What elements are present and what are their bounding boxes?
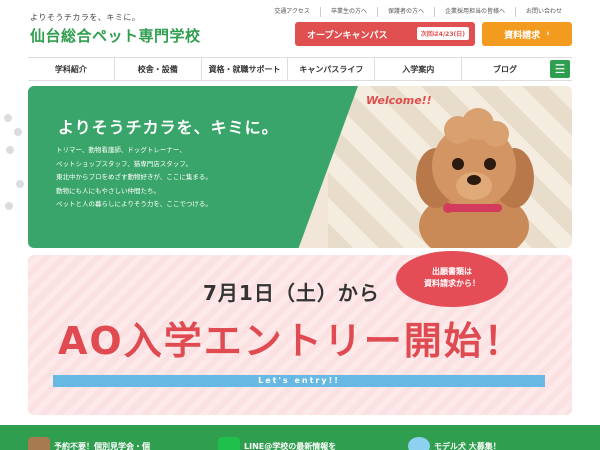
- utility-links: 交通アクセス 卒業生の方へ 保護者の方へ 企業採用担当の皆様へ お問い合わせ: [264, 7, 572, 17]
- model-dog-card[interactable]: モデル犬 大募集！: [408, 436, 501, 450]
- hero-description: トリマー、動物看護師、ドッグトレーナー、 ペットショップスタッフ、猫専門店スタッ…: [56, 144, 212, 212]
- hero-banner: Welcome!! よりそうチカラを、キミに。 トリマー、動物看護師、ドッグトレ…: [28, 86, 572, 248]
- hero-dog-photo: Welcome!!: [328, 86, 572, 248]
- hero-line: 動物にも人にもやさしい仲間たち。: [56, 186, 160, 195]
- ao-entry-banner[interactable]: 7月1日（土）から AO入学エントリー開始！ Let's entry!! 出願書…: [28, 251, 572, 415]
- open-campus-date: 次回は4/23(日): [416, 27, 469, 40]
- line-card-label: LINE@学校の最新情報を: [244, 441, 337, 450]
- dog-avatar-icon: [408, 437, 430, 450]
- link-recruiters[interactable]: 企業採用担当の皆様へ: [433, 7, 515, 17]
- hamburger-menu-icon[interactable]: ☰: [549, 60, 570, 78]
- paw-icon: [16, 180, 24, 188]
- document-request-label: 資料請求: [504, 30, 541, 41]
- link-access[interactable]: 交通アクセス: [264, 7, 320, 17]
- bubble-line: 出願書類は: [432, 267, 472, 276]
- hero-title: よりそうチカラを、キミに。: [58, 118, 279, 137]
- individual-tour-card[interactable]: 予約不要！個別見学会・個: [28, 436, 150, 450]
- paw-icon: [5, 202, 13, 210]
- document-request-button[interactable]: 資料請求 ›: [482, 22, 572, 46]
- lets-entry-bar: Let's entry!!: [53, 375, 545, 387]
- nav-facilities[interactable]: 校舎・設備: [113, 58, 201, 80]
- main-nav: 学科紹介 校舎・設備 資格・就職サポート キャンパスライフ 入学案内 ブログ ☰: [28, 57, 572, 81]
- nav-career-support[interactable]: 資格・就職サポート: [200, 58, 288, 80]
- link-contact[interactable]: お問い合わせ: [514, 7, 572, 17]
- paw-icon: [14, 128, 22, 136]
- model-dog-label: モデル犬 大募集！: [434, 441, 501, 450]
- paw-icon: [6, 146, 14, 154]
- hero-line: 東北中からプロをめざす動物好きが、ここに集まる。: [56, 173, 212, 181]
- line-card[interactable]: LINE@学校の最新情報を: [218, 436, 336, 450]
- paw-icon: [4, 114, 12, 122]
- site-tagline: よりそうチカラを、キミに。: [30, 13, 141, 22]
- open-campus-label: オープンキャンパス: [307, 30, 388, 41]
- hero-line: ペットと人の暮らしによりそう力を、ここでつける。: [56, 200, 212, 208]
- chevron-right-icon: ›: [546, 29, 550, 39]
- hero-line: トリマー、動物看護師、ドッグトレーナー、: [56, 146, 186, 154]
- nav-blog[interactable]: ブログ: [461, 58, 548, 80]
- site-header: よりそうチカラを、キミに。 仙台総合ペット専門学校 交通アクセス 卒業生の方へ …: [0, 0, 600, 56]
- nav-admission[interactable]: 入学案内: [374, 58, 461, 80]
- poodle-illustration: [416, 108, 534, 248]
- link-parents[interactable]: 保護者の方へ: [376, 7, 434, 17]
- dog-photo-thumbnail: [28, 437, 50, 450]
- link-graduates[interactable]: 卒業生の方へ: [319, 7, 377, 17]
- bubble-line: 資料請求から！: [424, 279, 480, 288]
- school-logo[interactable]: 仙台総合ペット専門学校: [30, 25, 201, 46]
- nav-departments[interactable]: 学科紹介: [28, 58, 114, 80]
- paw-decoration: [0, 90, 28, 390]
- hero-line: ペットショップスタッフ、猫専門店スタッフ。: [56, 159, 192, 168]
- nav-campus-life[interactable]: キャンパスライフ: [287, 58, 374, 80]
- individual-tour-label: 予約不要！個別見学会・個: [54, 441, 150, 450]
- ao-headline: AO入学エントリー開始！: [58, 319, 524, 363]
- line-app-icon: [218, 437, 240, 450]
- document-note-bubble: 出願書類は 資料請求から！: [396, 251, 508, 307]
- ao-start-date: 7月1日（土）から: [203, 281, 380, 305]
- open-campus-button[interactable]: オープンキャンパス 次回は4/23(日): [295, 22, 475, 46]
